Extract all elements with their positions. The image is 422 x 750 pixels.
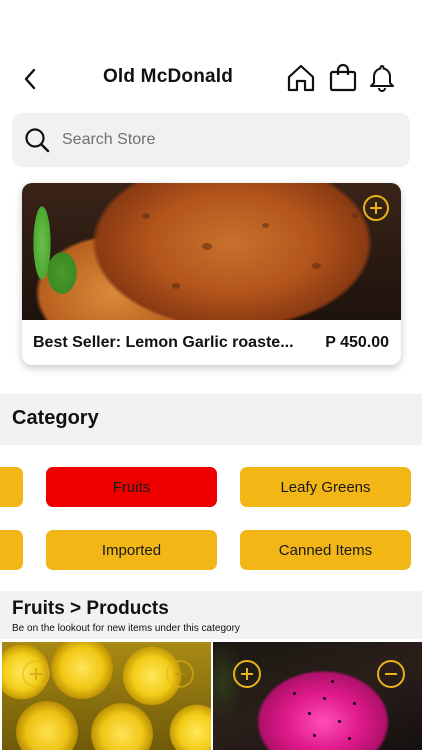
featured-product-card[interactable]: Best Seller: Lemon Garlic roaste... P 45… [22,183,401,365]
category-title: Category [12,407,99,429]
minus-icon [174,673,186,675]
add-to-cart-button[interactable] [233,660,261,688]
search-bar[interactable] [12,113,410,167]
category-chip-offscreen[interactable] [0,467,23,507]
featured-product-price: P 450.00 [325,333,389,351]
page-title: Old McDonald [102,66,234,87]
plus-icon [370,202,382,214]
products-title: Fruits > Products [12,598,169,619]
search-input[interactable] [62,131,362,149]
featured-product-info: Best Seller: Lemon Garlic roaste... P 45… [22,320,401,365]
cart-button[interactable] [327,62,359,94]
notifications-button[interactable] [366,62,398,94]
category-chip-imported[interactable]: Imported [46,530,217,570]
category-chip-offscreen[interactable] [0,530,23,570]
plus-icon [30,668,42,680]
bell-icon [370,65,394,92]
category-header: Category [0,394,422,445]
home-button[interactable] [285,62,317,94]
remove-from-cart-button[interactable] [377,660,405,688]
search-icon [24,127,50,153]
products-header: Fruits > Products Be on the lookout for … [0,591,422,639]
app-header: Old McDonald [0,58,422,100]
plus-icon [241,668,253,680]
products-subtitle: Be on the lookout for new items under th… [12,623,240,634]
home-icon [287,64,315,92]
category-chip-fruits[interactable]: Fruits [46,467,217,507]
add-to-cart-button[interactable] [363,195,389,221]
product-tile[interactable] [213,642,422,750]
category-chip-leafy-greens[interactable]: Leafy Greens [240,467,411,507]
back-button[interactable] [16,64,44,94]
shopping-bag-icon [329,63,357,92]
minus-icon [385,673,397,675]
product-tile[interactable] [2,642,211,750]
featured-product-name: Best Seller: Lemon Garlic roaste... [33,333,294,351]
remove-from-cart-button[interactable] [166,660,194,688]
back-chevron-icon [24,68,36,90]
add-to-cart-button[interactable] [22,660,50,688]
featured-product-image [22,183,401,320]
category-chip-canned-items[interactable]: Canned Items [240,530,411,570]
